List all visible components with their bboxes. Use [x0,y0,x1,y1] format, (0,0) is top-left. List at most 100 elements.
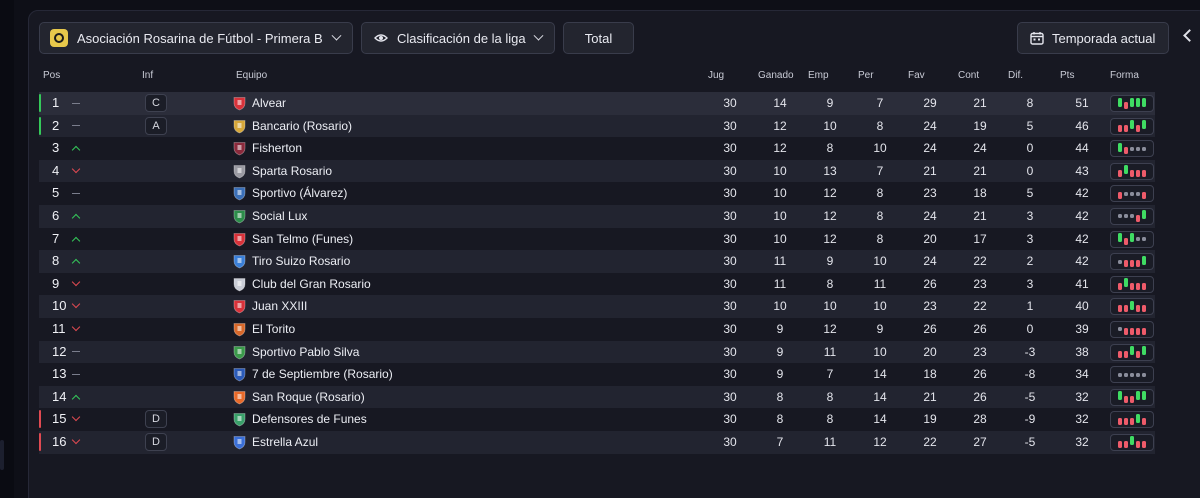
stat-fav: 21 [923,389,937,404]
stat-p: 10 [873,254,887,269]
table-row[interactable]: 11 El Torito 30 9 12 9 26 26 0 39 [39,318,1155,341]
table-row[interactable]: 8 Tiro Suizo Rosario 30 11 9 10 24 22 2 42 [39,250,1155,273]
team-name[interactable]: San Telmo (Funes) [252,228,353,251]
form-indicator[interactable] [1110,230,1154,248]
team-name[interactable]: Fisherton [252,137,302,160]
stat-cont: 21 [973,208,987,223]
form-indicator[interactable] [1110,95,1154,112]
table-row[interactable]: 16 D Estrella Azul 30 7 11 12 22 27 -5 32 [39,430,1155,454]
table-row[interactable]: 2 A Bancario (Rosario) 30 12 10 8 24 19 5 46 [39,114,1155,138]
team-name[interactable]: Club del Gran Rosario [252,273,371,296]
team-name[interactable]: Bancario (Rosario) [252,115,352,138]
form-result-icon [1118,350,1122,358]
stat-pts: 42 [1075,186,1089,201]
chevron-left-icon[interactable] [1183,29,1196,42]
table-row[interactable]: 15 D Defensores de Funes 30 8 8 14 19 28 -9 32 [39,408,1155,431]
stat-cont: 21 [973,163,987,178]
form-indicator[interactable] [1110,343,1154,361]
table-row[interactable]: 7 San Telmo (Funes) 30 10 12 8 20 17 3 42 [39,228,1155,251]
stat-dif: 1 [1026,299,1034,314]
form-result-icon [1142,327,1146,335]
team-name[interactable]: Juan XXIII [252,295,307,318]
stat-pts: 38 [1075,344,1089,359]
form-result-icon [1118,142,1122,152]
team-name[interactable]: 7 de Septiembre (Rosario) [252,363,393,386]
form-result-icon [1130,191,1134,196]
team-name[interactable]: El Torito [252,318,295,341]
form-indicator[interactable] [1110,162,1154,180]
header-gd[interactable]: Dif. [1008,70,1023,81]
trend-up-icon [69,205,83,227]
form-indicator[interactable] [1110,275,1154,293]
header-ga[interactable]: Cont [958,70,979,81]
form-result-icon [1136,372,1140,377]
league-dropdown[interactable]: Asociación Rosarina de Fútbol - Primera … [39,22,353,54]
form-indicator[interactable] [1110,411,1154,429]
table-row[interactable]: 9 Club del Gran Rosario 30 11 8 11 26 23 3 41 [39,273,1155,296]
form-indicator[interactable] [1110,207,1154,225]
stat-cont: 19 [973,118,987,133]
stat-e: 8 [826,412,834,427]
table-row[interactable]: 12 Sportivo Pablo Silva 30 9 11 10 20 23 -3 38 [39,340,1155,364]
stat-g: 12 [773,141,787,156]
header-drawn[interactable]: Emp [808,70,829,81]
table-row[interactable]: 14 San Roque (Rosario) 30 8 8 14 21 26 -5 32 [39,385,1155,409]
form-result-icon [1142,305,1146,313]
header-form[interactable]: Forma [1110,70,1139,81]
table-row[interactable]: 4 Sparta Rosario 30 10 13 7 21 21 0 43 [39,159,1155,183]
stat-g: 10 [773,299,787,314]
table-row[interactable]: 6 Social Lux 30 10 12 8 24 21 3 42 [39,204,1155,228]
form-indicator[interactable] [1110,185,1154,203]
header-team[interactable]: Equipo [236,70,267,81]
stat-cont: 21 [973,96,987,110]
form-indicator[interactable] [1110,388,1154,406]
form-result-icon [1118,259,1122,264]
form-result-icon [1118,124,1122,132]
form-indicator[interactable] [1110,253,1154,271]
stat-cont: 23 [973,344,987,359]
total-button[interactable]: Total [563,22,634,54]
stat-e: 10 [823,299,837,314]
stat-pts: 42 [1075,208,1089,223]
team-name[interactable]: Alvear [252,92,286,115]
team-name[interactable]: Sparta Rosario [252,160,332,183]
table-row[interactable]: 3 Fisherton 30 12 8 10 24 24 0 44 [39,137,1155,160]
stat-fav: 20 [923,231,937,246]
form-result-icon [1124,278,1128,288]
stat-g: 9 [776,344,784,359]
team-name[interactable]: Sportivo (Álvarez) [252,182,347,205]
stat-pts: 41 [1075,276,1089,291]
header-gf[interactable]: Fav [908,70,925,81]
form-result-icon [1124,102,1128,109]
table-row[interactable]: 5 Sportivo (Álvarez) 30 10 12 8 23 18 5 42 [39,182,1155,205]
form-indicator[interactable] [1110,433,1154,451]
form-result-icon [1136,124,1140,132]
form-indicator[interactable] [1110,140,1154,158]
stat-e: 9 [826,96,834,110]
team-name[interactable]: Tiro Suizo Rosario [252,250,350,273]
header-won[interactable]: Ganado [758,70,794,81]
stat-dif: 3 [1026,276,1034,291]
classification-dropdown[interactable]: Clasificación de la liga [361,22,555,54]
team-name[interactable]: San Roque (Rosario) [252,386,365,409]
team-name[interactable]: Sportivo Pablo Silva [252,341,359,364]
header-pos[interactable]: Pos [43,70,60,81]
form-indicator[interactable] [1110,320,1154,338]
header-lost[interactable]: Per [858,70,874,81]
table-row[interactable]: 1 C Alvear 30 14 9 7 29 21 8 51 [39,92,1155,115]
team-name[interactable]: Social Lux [252,205,307,228]
form-indicator[interactable] [1110,366,1154,384]
team-name[interactable]: Estrella Azul [252,431,318,454]
table-row[interactable]: 13 7 de Septiembre (Rosario) 30 9 7 14 18 26 -8 3… [39,363,1155,386]
table-row[interactable]: 10 Juan XXIII 30 10 10 10 23 22 1 40 [39,295,1155,318]
header-inf[interactable]: Inf [142,70,153,81]
stat-pts: 32 [1075,389,1089,404]
team-name[interactable]: Defensores de Funes [252,408,367,431]
form-result-icon [1136,214,1140,222]
form-indicator[interactable] [1110,117,1154,135]
form-indicator[interactable] [1110,298,1154,316]
header-pts[interactable]: Pts [1060,70,1074,81]
form-result-icon [1118,372,1122,377]
header-played[interactable]: Jug [708,70,724,81]
season-button[interactable]: Temporada actual [1017,22,1169,54]
